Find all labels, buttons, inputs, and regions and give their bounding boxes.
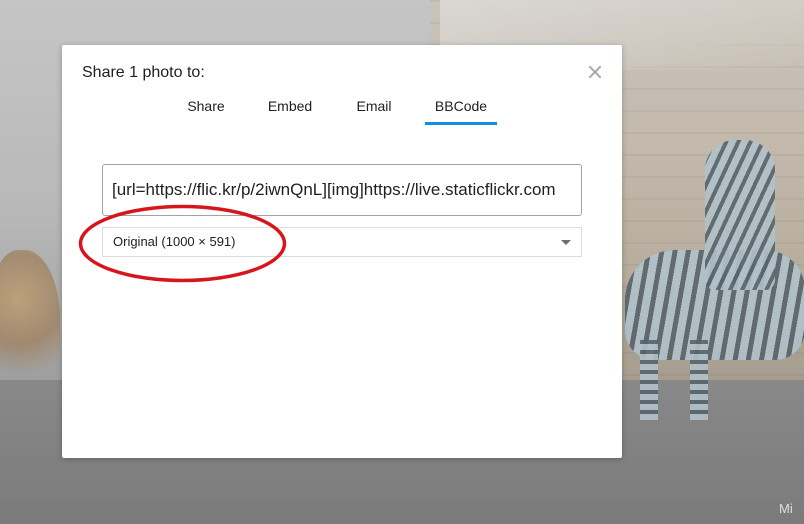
share-tabs: Share Embed Email BBCode [62,95,622,127]
size-dropdown[interactable]: Original (1000 × 591) [102,227,582,257]
size-dropdown-value: Original (1000 × 591) [113,234,236,249]
tab-embed[interactable]: Embed [267,95,313,125]
share-dialog: Share 1 photo to: Share Embed Email BBCo… [62,45,622,458]
close-icon[interactable] [584,61,606,83]
tab-email[interactable]: Email [354,95,394,125]
photo-watermark: Mi [779,501,793,516]
dialog-title: Share 1 photo to: [82,64,205,81]
tab-share[interactable]: Share [186,95,226,125]
chevron-down-icon [561,240,571,245]
bbcode-text-field[interactable]: [url=https://flic.kr/p/2iwnQnL][img]http… [102,164,582,216]
tab-bbcode[interactable]: BBCode [425,95,497,125]
screenshot: Mi Share 1 photo to: Share Embed Email B… [0,0,804,524]
